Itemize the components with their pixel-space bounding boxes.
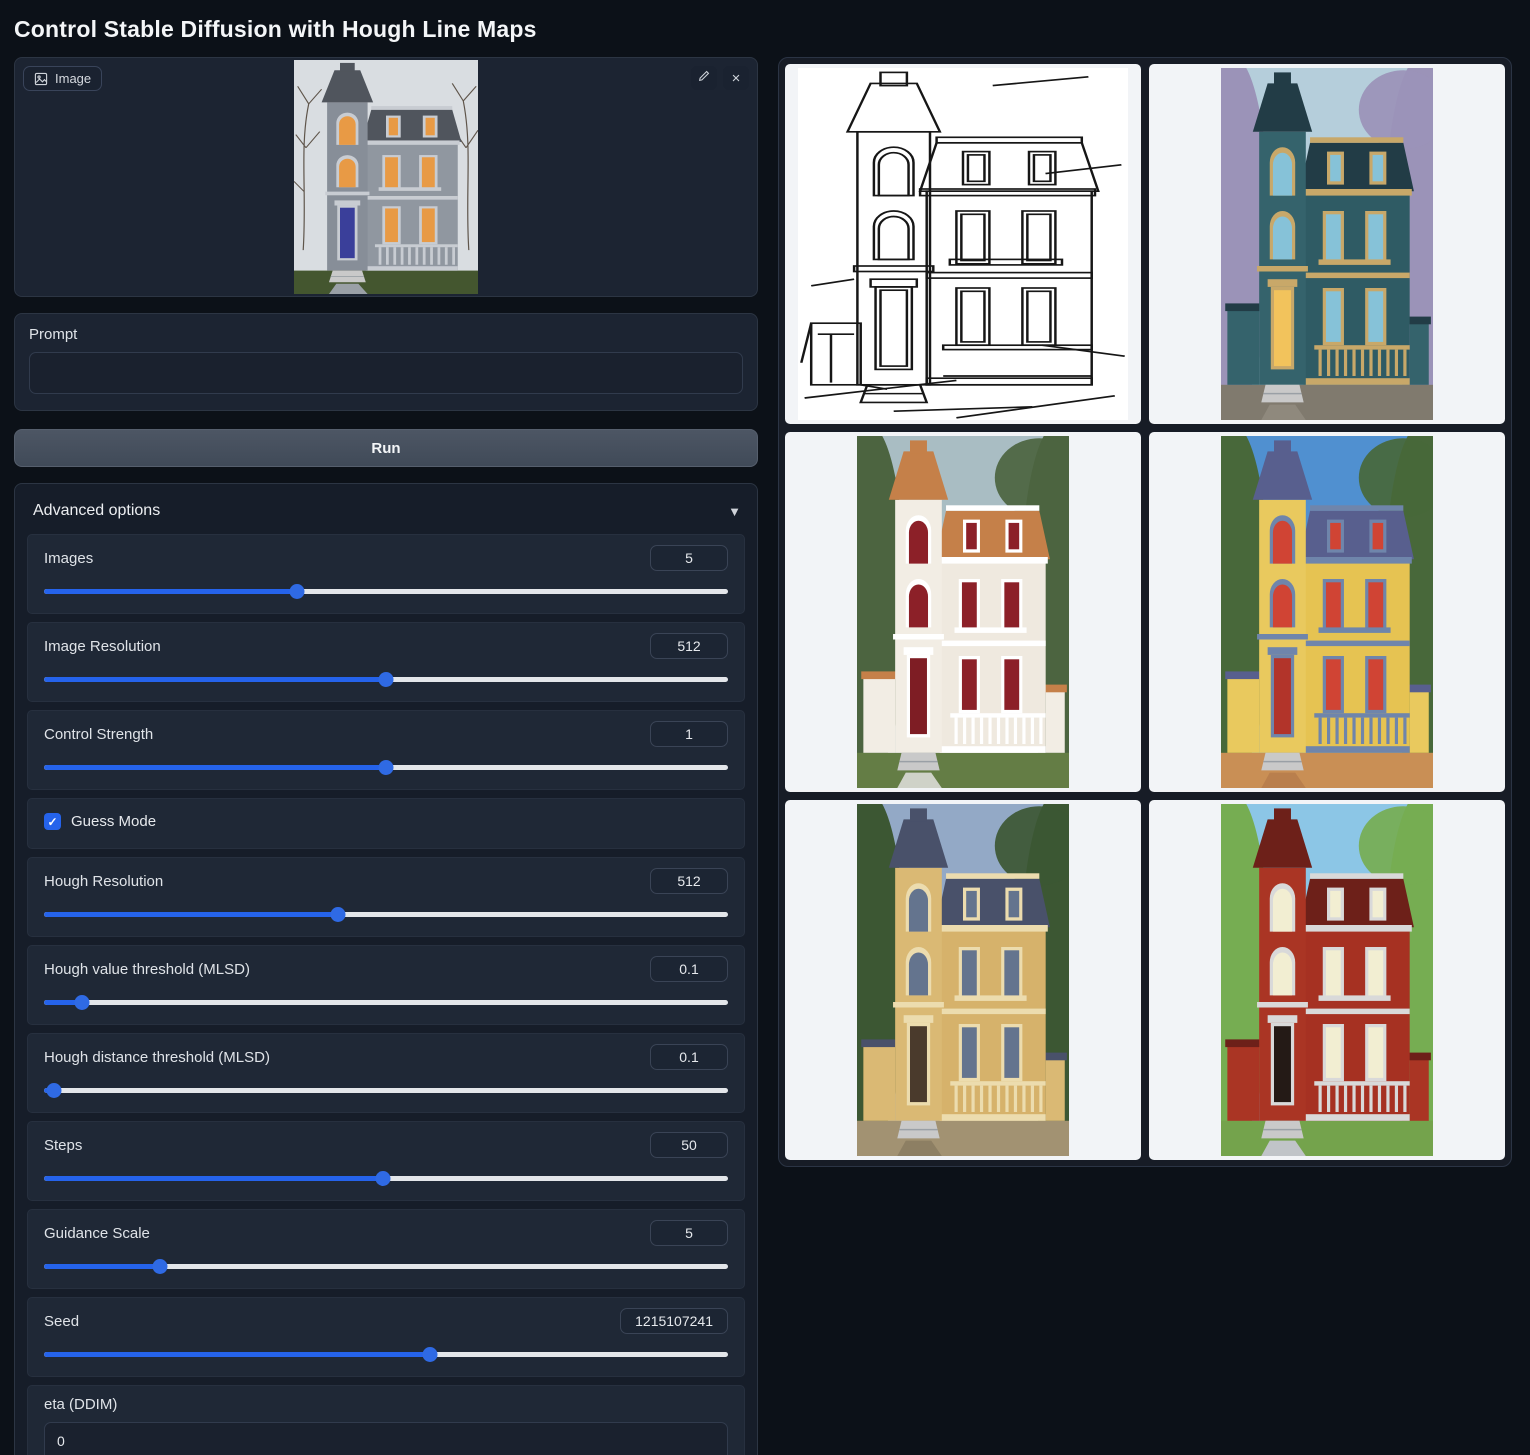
main-layout: Image × Prompt Run bbox=[0, 57, 1530, 1455]
label-hough-resolution: Hough Resolution bbox=[44, 873, 163, 890]
gallery-item-teal-house-painting[interactable] bbox=[1149, 64, 1505, 424]
gallery-item-teal-house-painting bbox=[1221, 68, 1433, 420]
label-image-resolution: Image Resolution bbox=[44, 638, 161, 655]
value-hough-value-threshold-mlsd[interactable]: 0.1 bbox=[650, 956, 728, 982]
slider-hough-value-threshold-mlsd[interactable] bbox=[44, 994, 728, 1010]
clear-image-button[interactable]: × bbox=[723, 66, 749, 90]
slider-handle[interactable] bbox=[379, 760, 394, 775]
label-eta-ddim: eta (DDIM) bbox=[44, 1396, 728, 1413]
gallery-item-white-house-painting[interactable] bbox=[785, 432, 1141, 792]
prompt-label: Prompt bbox=[29, 326, 743, 343]
label-images: Images bbox=[44, 550, 93, 567]
image-actions: × bbox=[691, 66, 749, 90]
advanced-options-header[interactable]: Advanced options ▼ bbox=[27, 494, 745, 534]
checkbox-guess-mode[interactable]: ✓ Guess Mode bbox=[44, 809, 728, 834]
advanced-options-title: Advanced options bbox=[33, 502, 160, 520]
label-steps: Steps bbox=[44, 1137, 82, 1154]
slider-steps[interactable] bbox=[44, 1170, 728, 1186]
control-row-hough-resolution: Hough Resolution 512 bbox=[27, 857, 745, 937]
control-row-guidance-scale: Guidance Scale 5 bbox=[27, 1209, 745, 1289]
control-row-seed: Seed 1215107241 bbox=[27, 1297, 745, 1377]
control-row-images: Images 5 bbox=[27, 534, 745, 614]
label-hough-value-threshold-mlsd: Hough value threshold (MLSD) bbox=[44, 961, 250, 978]
slider-hough-distance-threshold-mlsd[interactable] bbox=[44, 1082, 728, 1098]
slider-images[interactable] bbox=[44, 583, 728, 599]
slider-guidance-scale[interactable] bbox=[44, 1258, 728, 1274]
page-title: Control Stable Diffusion with Hough Line… bbox=[0, 0, 1530, 57]
chevron-down-icon: ▼ bbox=[728, 504, 741, 519]
control-row-steps: Steps 50 bbox=[27, 1121, 745, 1201]
result-gallery bbox=[778, 57, 1512, 1167]
value-hough-resolution[interactable]: 512 bbox=[650, 868, 728, 894]
gallery-item-white-house-painting bbox=[857, 436, 1069, 788]
slider-handle[interactable] bbox=[47, 1083, 62, 1098]
value-hough-distance-threshold-mlsd[interactable]: 0.1 bbox=[650, 1044, 728, 1070]
control-row-guess-mode: ✓ Guess Mode bbox=[27, 798, 745, 849]
label-hough-distance-threshold-mlsd: Hough distance threshold (MLSD) bbox=[44, 1049, 270, 1066]
image-input-label-text: Image bbox=[55, 71, 91, 86]
slider-control-strength[interactable] bbox=[44, 759, 728, 775]
value-control-strength[interactable]: 1 bbox=[650, 721, 728, 747]
control-row-hough-distance-threshold-mlsd: Hough distance threshold (MLSD) 0.1 bbox=[27, 1033, 745, 1113]
prompt-input[interactable] bbox=[29, 352, 743, 394]
gallery-item-hough-line-map bbox=[798, 68, 1128, 420]
input-eta-ddim[interactable]: 0 bbox=[44, 1422, 728, 1455]
slider-handle[interactable] bbox=[423, 1347, 438, 1362]
image-input-label: Image bbox=[23, 66, 102, 91]
image-icon bbox=[34, 72, 48, 86]
slider-handle[interactable] bbox=[74, 995, 89, 1010]
gallery-item-red-house-painting bbox=[1221, 804, 1433, 1156]
label-guidance-scale: Guidance Scale bbox=[44, 1225, 150, 1242]
control-row-image-resolution: Image Resolution 512 bbox=[27, 622, 745, 702]
gallery-item-yellow-house-painting[interactable] bbox=[1149, 432, 1505, 792]
advanced-controls-list: Images 5 Image Resolution 512 Control Streng… bbox=[27, 534, 745, 1455]
image-input-component[interactable]: Image × bbox=[14, 57, 758, 297]
edit-image-button[interactable] bbox=[691, 66, 717, 90]
value-steps[interactable]: 50 bbox=[650, 1132, 728, 1158]
slider-handle[interactable] bbox=[290, 584, 305, 599]
input-victorian-house-photo bbox=[294, 60, 478, 294]
checkbox-checked-icon[interactable]: ✓ bbox=[44, 813, 61, 830]
value-images[interactable]: 5 bbox=[650, 545, 728, 571]
label-guess-mode: Guess Mode bbox=[71, 813, 156, 830]
value-image-resolution[interactable]: 512 bbox=[650, 633, 728, 659]
control-row-control-strength: Control Strength 1 bbox=[27, 710, 745, 790]
slider-image-resolution[interactable] bbox=[44, 671, 728, 687]
slider-handle[interactable] bbox=[375, 1171, 390, 1186]
gallery-item-hough-line-map[interactable] bbox=[785, 64, 1141, 424]
label-control-strength: Control Strength bbox=[44, 726, 153, 743]
prompt-block: Prompt bbox=[14, 313, 758, 411]
value-seed[interactable]: 1215107241 bbox=[620, 1308, 728, 1334]
gallery-item-red-house-painting[interactable] bbox=[1149, 800, 1505, 1160]
pencil-icon bbox=[697, 69, 711, 87]
gallery-item-yellow-house-painting bbox=[1221, 436, 1433, 788]
slider-seed[interactable] bbox=[44, 1346, 728, 1362]
advanced-options-accordion: Advanced options ▼ Images 5 Image Resoluti… bbox=[14, 483, 758, 1455]
controls-column: Image × Prompt Run bbox=[14, 57, 758, 1455]
slider-handle[interactable] bbox=[331, 907, 346, 922]
run-button[interactable]: Run bbox=[14, 429, 758, 467]
gallery-item-gold-house-painting[interactable] bbox=[785, 800, 1141, 1160]
run-button-label: Run bbox=[371, 440, 400, 457]
gallery-item-gold-house-painting bbox=[857, 804, 1069, 1156]
slider-hough-resolution[interactable] bbox=[44, 906, 728, 922]
slider-handle[interactable] bbox=[379, 672, 394, 687]
control-row-hough-value-threshold-mlsd: Hough value threshold (MLSD) 0.1 bbox=[27, 945, 745, 1025]
close-icon: × bbox=[732, 70, 741, 87]
value-guidance-scale[interactable]: 5 bbox=[650, 1220, 728, 1246]
input-image-preview[interactable] bbox=[294, 60, 478, 294]
slider-handle[interactable] bbox=[153, 1259, 168, 1274]
results-column bbox=[778, 57, 1512, 1167]
control-row-eta-ddim: eta (DDIM) 0 bbox=[27, 1385, 745, 1455]
label-seed: Seed bbox=[44, 1313, 79, 1330]
